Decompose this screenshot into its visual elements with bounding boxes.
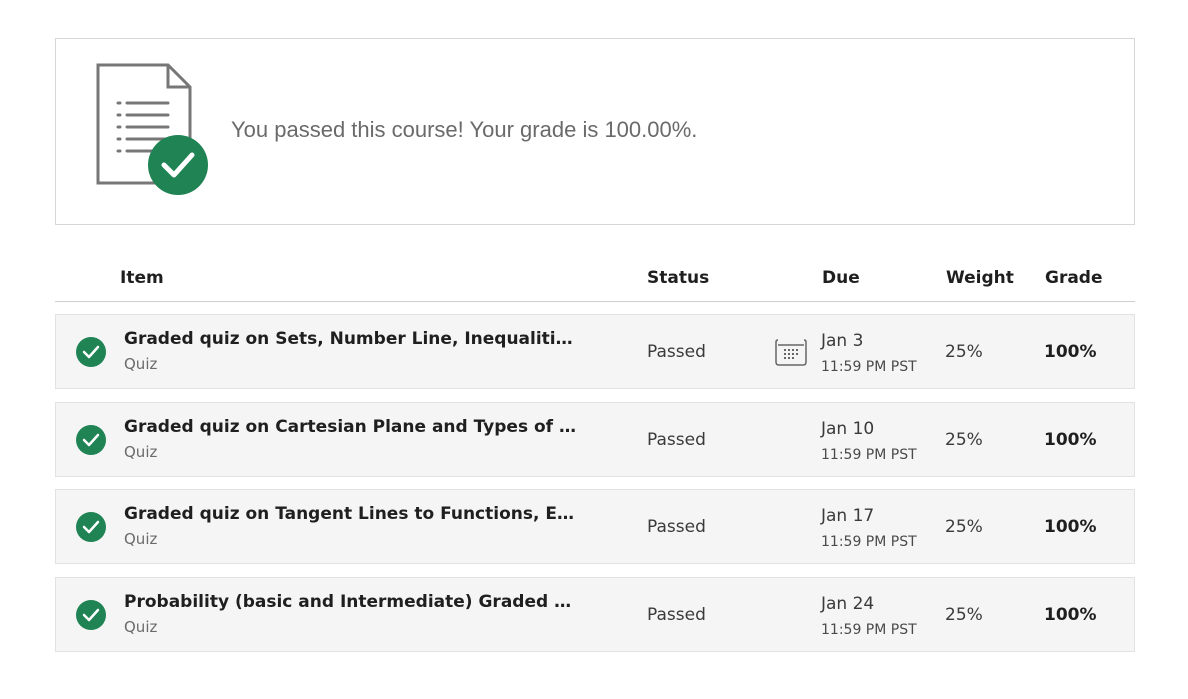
course-passed-message: You passed this course! Your grade is 10… <box>231 117 698 142</box>
item-title-link[interactable]: Graded quiz on Sets, Number Line, Inequa… <box>124 329 584 349</box>
check-circle-icon <box>76 425 106 455</box>
status-text: Passed <box>647 605 706 625</box>
item-type: Quiz <box>124 530 158 548</box>
weight-value: 25% <box>945 342 983 362</box>
weight-value: 25% <box>945 517 983 537</box>
table-row[interactable]: Graded quiz on Sets, Number Line, Inequa… <box>55 314 1135 389</box>
item-title-link[interactable]: Graded quiz on Tangent Lines to Function… <box>124 504 584 524</box>
grade-value: 100% <box>1044 517 1097 537</box>
header-status: Status <box>647 268 710 288</box>
check-circle-icon <box>76 600 106 630</box>
status-text: Passed <box>647 430 706 450</box>
due-date: Jan 24 <box>821 594 875 614</box>
due-time: 11:59 PM PST <box>821 359 917 375</box>
item-title-link[interactable]: Graded quiz on Cartesian Plane and Types… <box>124 417 584 437</box>
due-date: Jan 3 <box>821 331 864 351</box>
weight-value: 25% <box>945 605 983 625</box>
item-type: Quiz <box>124 355 158 373</box>
item-type: Quiz <box>124 443 158 461</box>
header-item: Item <box>120 268 164 288</box>
item-type: Quiz <box>124 618 158 636</box>
calendar-icon[interactable] <box>775 337 807 367</box>
due-time: 11:59 PM PST <box>821 534 917 550</box>
status-text: Passed <box>647 342 706 362</box>
table-row[interactable]: Graded quiz on Cartesian Plane and Types… <box>55 402 1135 477</box>
header-weight: Weight <box>946 268 1014 288</box>
status-text: Passed <box>647 517 706 537</box>
course-passed-banner: You passed this course! Your grade is 10… <box>55 38 1135 225</box>
due-date: Jan 10 <box>821 419 875 439</box>
due-time: 11:59 PM PST <box>821 447 917 463</box>
grade-value: 100% <box>1044 605 1097 625</box>
header-due: Due <box>822 268 860 288</box>
table-row[interactable]: Graded quiz on Tangent Lines to Function… <box>55 489 1135 564</box>
document-check-icon <box>96 63 208 195</box>
check-circle-icon <box>76 512 106 542</box>
header-grade: Grade <box>1045 268 1103 288</box>
grades-table-header: Item Status Due Weight Grade <box>55 256 1135 302</box>
due-date: Jan 17 <box>821 506 875 526</box>
weight-value: 25% <box>945 430 983 450</box>
due-time: 11:59 PM PST <box>821 622 917 638</box>
grade-value: 100% <box>1044 342 1097 362</box>
grade-value: 100% <box>1044 430 1097 450</box>
item-title-link[interactable]: Probability (basic and Intermediate) Gra… <box>124 592 584 612</box>
table-row[interactable]: Probability (basic and Intermediate) Gra… <box>55 577 1135 652</box>
check-circle-icon <box>76 337 106 367</box>
